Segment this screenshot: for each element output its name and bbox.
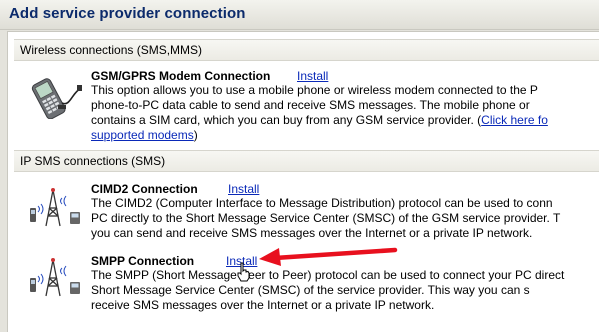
smpp-connection-name: SMPP Connection (91, 254, 195, 268)
section-header-wireless: Wireless connections (SMS,MMS) (14, 39, 599, 61)
mobile-phone-modem-icon (31, 78, 82, 119)
gsm-desc-line-1: This option allows you to use a mobile p… (91, 83, 538, 97)
smpp-desc-line-2: Short Message Service Center (SMSC) of t… (91, 283, 530, 297)
cimd2-install-link[interactable]: Install (228, 182, 259, 196)
connection-list-panel: Wireless connections (SMS,MMS) GSM/GPRS … (7, 31, 599, 332)
cimd2-desc-line-1: The CIMD2 (Computer Interface to Message… (91, 196, 553, 210)
cimd2-connection-name: CIMD2 Connection (91, 182, 198, 196)
antenna-tower-icon (30, 258, 80, 297)
smpp-connection-description: The SMPP (Short Message Peer to Peer) pr… (91, 268, 599, 313)
gsm-desc-tail: ) (193, 128, 198, 142)
gsm-desc-line-2: phone-to-PC data cable to send and recei… (91, 98, 530, 112)
hand-cursor-icon (237, 262, 250, 282)
cimd2-desc-line-2: PC directly to the Short Message Service… (91, 211, 561, 225)
smpp-desc-line-1: The SMPP (Short Message Peer to Peer) pr… (91, 268, 565, 282)
supported-modems-link-part2[interactable]: supported modems (91, 128, 194, 142)
gsm-install-link[interactable]: Install (297, 69, 328, 83)
window-title: Add service provider connection (9, 5, 246, 22)
supported-modems-link-part1[interactable]: Click here fo (481, 113, 548, 127)
antenna-tower-icon (30, 188, 80, 227)
cimd2-connection-description: The CIMD2 (Computer Interface to Message… (91, 196, 599, 241)
gsm-desc-line-3: contains a SIM card, which you can buy f… (91, 113, 482, 127)
section-header-label: IP SMS connections (SMS) (20, 154, 166, 168)
smpp-desc-line-3: receive SMS messages over the Internet o… (91, 298, 435, 312)
gsm-connection-description: This option allows you to use a mobile p… (91, 83, 599, 143)
section-header-ip-sms: IP SMS connections (SMS) (14, 150, 599, 172)
red-arrow-annotation (259, 247, 398, 266)
gsm-connection-name: GSM/GPRS Modem Connection (91, 69, 271, 83)
window-titlebar: Add service provider connection (0, 0, 599, 30)
section-header-label: Wireless connections (SMS,MMS) (20, 43, 203, 57)
cimd2-desc-line-3: you can send and receive SMS messages ov… (91, 226, 533, 240)
